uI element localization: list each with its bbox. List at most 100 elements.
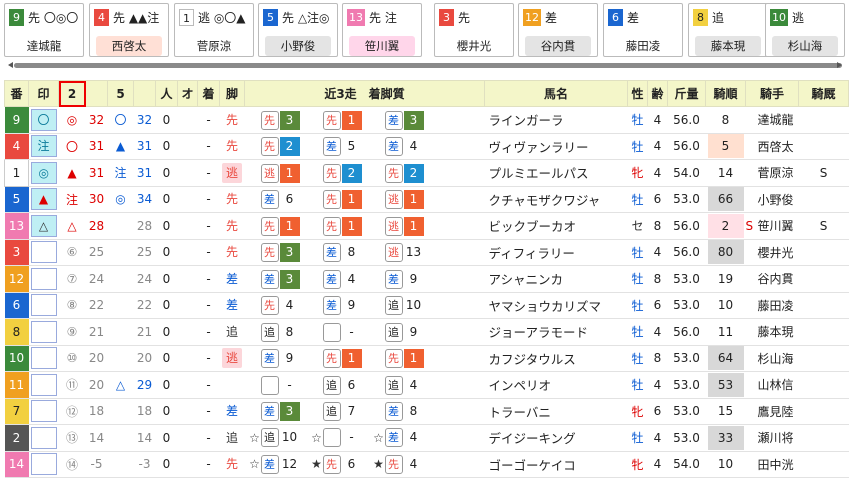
horse-name[interactable]: アシャニンカ [484,265,628,293]
table-row[interactable]: 6 ⑧ 22 22 0- 差先 4 差 9 追 10 ヤマショウカリズマ牡 6 53.0 10 藤田凌 [4,292,849,319]
mark-select-box[interactable]: 〇 [30,108,57,131]
horse-name[interactable]: ラインガーラ [484,106,628,134]
jockey-name-text[interactable]: 小野俊 [758,193,794,207]
table-row[interactable]: 8 ⑨ 21 21 0- 追追 8- 追 9 ジョーアラモード牡 4 56.0 11 藤本現 [4,318,849,346]
mark-select-box[interactable] [30,294,57,317]
horse-name[interactable]: ディフィラリー [484,239,628,266]
header-ban[interactable]: 番 [4,80,29,107]
jockey-name-text[interactable]: 杉山海 [758,352,794,366]
mark-select-box[interactable]: △ [30,214,57,237]
mark-select-box[interactable]: 注 [30,135,57,158]
table-row[interactable]: 2 ⑬ 14 14 0- 追 ☆ 追 10 ☆ - ☆ 差 4 デイジーキング牡 4 53.0 33 瀬川将 [4,424,849,452]
jockey-name-text[interactable]: 藤本現 [758,325,794,339]
jockey-name-text[interactable]: 谷内貫 [758,272,794,286]
jockey-name-text[interactable]: 達城龍 [758,113,794,127]
mark-select-box[interactable] [30,241,57,264]
mark-cell[interactable] [28,265,59,293]
header-col-2[interactable]: 2 [58,80,86,107]
horse-card[interactable]: 6 差藤田凌 [603,3,683,57]
horse-card[interactable]: 3 先櫻井光 [434,3,514,57]
mark-cell[interactable] [28,398,59,425]
header-jockey-rank[interactable]: 騎順 [705,80,746,107]
table-row[interactable]: 10 ⑩ 20 20 0- 逃差 9 先 1 先 1 カフジタウルス牡 8 53.0 64 杉山海 [4,345,849,372]
scroll-right-arrow-icon[interactable] [837,62,842,68]
header-jockey[interactable]: 騎手 [745,80,799,107]
mark-cell[interactable] [28,451,59,478]
table-row[interactable]: 3 ⑥ 25 25 0- 先先 3 差 8 逃 13 ディフィラリー牡 4 56.0 80 櫻井光 [4,239,849,266]
table-row[interactable]: 1 ◎ ▲ 31 注 31 0- 逃逃 1 先 2 先 2 プルミエールパス牝 4 54.0 14 菅原涼 S [4,159,849,187]
mark-select-box[interactable]: ▲ [30,188,57,211]
header-age[interactable]: 齢 [647,80,668,107]
horse-name[interactable]: ヴィヴァンラリー [484,133,628,160]
mark-cell[interactable]: ◎ [28,159,59,187]
jockey-name-text[interactable]: 田中洸 [758,458,794,472]
header-weight[interactable]: 斤量 [667,80,706,107]
header-horse-name[interactable]: 馬名 [484,80,628,107]
mark-cell[interactable]: ▲ [28,186,59,213]
mark-select-box[interactable] [30,267,57,290]
table-row[interactable]: 14 ⑭ -5 -3 0- 先 ☆ 差 12 ★ 先 6 ★ 先 4 ゴーゴーケイコ牝 4 54.0 10 田中洸 [4,451,849,478]
horse-card[interactable]: 9 先 〇◎〇 達城龍 [4,3,84,57]
mark-cell[interactable]: 〇 [28,106,59,134]
jockey-name-text[interactable]: 菅原涼 [758,166,794,180]
horse-name[interactable]: クチャモザクワジャ [484,186,628,213]
horse-name[interactable]: ゴーゴーケイコ [484,451,628,478]
mark-select-box[interactable] [30,320,57,343]
jockey-name-text[interactable]: 櫻井光 [758,246,794,260]
header-ashi[interactable]: 脚 [219,80,245,107]
mark-cell[interactable] [28,424,59,452]
mark-select-box[interactable]: ◎ [30,161,57,184]
scroll-thumb[interactable] [14,63,842,68]
table-row[interactable]: 11 ⑪ 20 △ 29 0- - 追 6 追 4 インペリオ牡 4 53.0 53 山林信 [4,371,849,399]
horse-name[interactable]: トラーバニ [484,398,628,425]
mark-select-box[interactable] [30,373,57,396]
table-row[interactable]: 4 注〇 31 ▲ 31 0- 先先 2 差 5 差 4 ヴィヴァンラリー牡 4 56.0 5 西啓太 [4,133,849,160]
horse-card[interactable]: 4 先 ▲▲注 西啓太 [89,3,169,57]
mark-select-box[interactable] [30,453,57,476]
horse-card[interactable]: 1 逃 ◎〇▲ 菅原涼 [174,3,254,57]
jockey-name-text[interactable]: 藤田凌 [758,299,794,313]
table-row[interactable]: 9 〇 ◎ 32 〇 32 0- 先先 3 先 1 差 3 ラインガーラ牡 4 56.0 8 達城龍 [4,106,849,134]
jockey-name-text[interactable]: 笹川翼 [758,219,794,233]
horse-name[interactable]: インペリオ [484,371,628,399]
table-row[interactable]: 7 ⑫ 18 18 0- 差差 3 追 7 差 8 トラーバニ牝 6 53.0 15 鷹見陸 [4,398,849,425]
header-o[interactable]: オ [177,80,198,107]
horse-name[interactable]: プルミエールパス [484,159,628,187]
header-sex[interactable]: 性 [627,80,648,107]
header-recent[interactable]: 近3走 着脚質 [244,80,485,107]
mark-cell[interactable] [28,345,59,372]
horse-card[interactable]: 8 追藤本現 [688,3,768,57]
header-col-5[interactable]: 5 [107,80,134,107]
header-chaku[interactable]: 着 [197,80,220,107]
horse-card[interactable]: 13 先 注笹川翼 [342,3,422,57]
horse-name[interactable]: ビックブーカオ [484,212,628,240]
mark-cell[interactable] [28,292,59,319]
header-ninki[interactable]: 人 [155,80,178,107]
mark-cell[interactable] [28,371,59,399]
mark-select-box[interactable] [30,426,57,449]
mark-select-box[interactable] [30,400,57,423]
scroll-left-arrow-icon[interactable] [8,62,13,68]
mark-cell[interactable]: △ [28,212,59,240]
header-col-6[interactable] [133,80,156,107]
horse-card[interactable]: 12 差谷内貫 [518,3,598,57]
horse-card[interactable]: 5 先 △注◎ 小野俊 [258,3,338,57]
table-row[interactable]: 13 △ △ 28 28 0- 先先 1 先 1 逃 1 ビックブーカオセ 8 56.0 2 S 笹川翼 S [4,212,849,240]
horse-name[interactable]: ヤマショウカリズマ [484,292,628,319]
jockey-name-text[interactable]: 瀬川将 [758,431,794,445]
mark-cell[interactable] [28,239,59,266]
table-row[interactable]: 5 ▲ 注 30 ◎ 34 0- 先差 6 先 1 逃 1 クチャモザクワジャ牡 6 53.0 66 小野俊 [4,186,849,213]
jockey-name-text[interactable]: 西啓太 [758,140,794,154]
horse-name[interactable]: ジョーアラモード [484,318,628,346]
horse-name[interactable]: デイジーキング [484,424,628,452]
horse-card[interactable]: 10 逃杉山海 [765,3,845,57]
jockey-name-text[interactable]: 鷹見陸 [758,405,794,419]
horizontal-scrollbar[interactable] [8,62,842,69]
jockey-name-text[interactable]: 山林信 [758,378,794,392]
header-col-3[interactable] [85,80,108,107]
horse-name[interactable]: カフジタウルス [484,345,628,372]
mark-cell[interactable] [28,318,59,346]
mark-select-box[interactable] [30,347,57,370]
mark-cell[interactable]: 注 [28,133,59,160]
table-row[interactable]: 12 ⑦ 24 24 0- 差差 3 差 4 差 9 アシャニンカ牡 8 53.0 19 谷内貫 [4,265,849,293]
